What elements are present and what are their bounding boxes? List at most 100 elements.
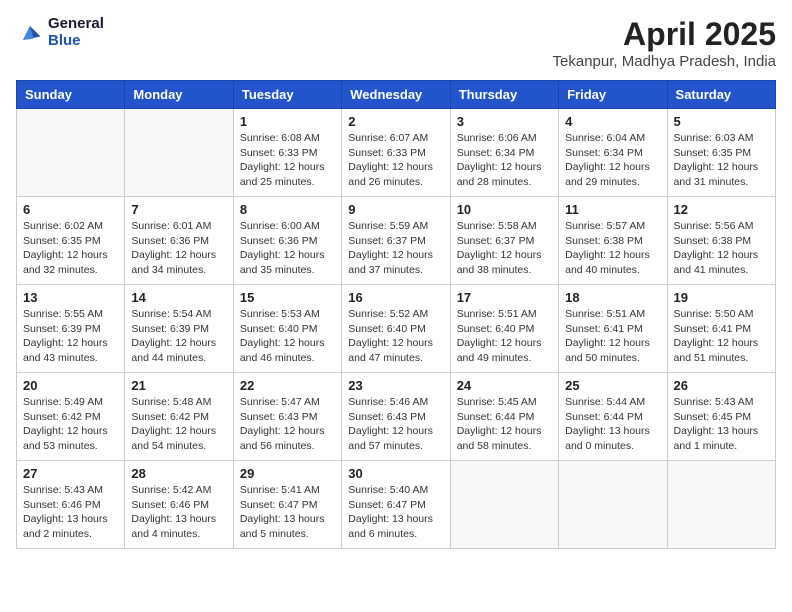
day-number: 4	[565, 114, 660, 129]
weekday-header: Friday	[559, 81, 667, 109]
calendar-cell: 3 Sunrise: 6:06 AMSunset: 6:34 PMDaylight…	[450, 109, 558, 197]
calendar-cell: 20Sunrise: 5:49 AMSunset: 6:42 PMDayligh…	[17, 373, 125, 461]
calendar-week-row: 20Sunrise: 5:49 AMSunset: 6:42 PMDayligh…	[17, 373, 776, 461]
logo: General Blue	[16, 16, 104, 49]
day-info: Sunrise: 6:00 AMSunset: 6:36 PMDaylight:…	[240, 219, 335, 278]
day-info: Sunrise: 5:57 AMSunset: 6:38 PMDaylight:…	[565, 219, 660, 278]
calendar-week-row: 13 Sunrise: 5:55 AMSunset: 6:39 PMDayligh…	[17, 285, 776, 373]
day-number: 28	[131, 466, 226, 481]
day-info: Sunrise: 5:53 AMSunset: 6:40 PMDaylight:…	[240, 307, 335, 366]
calendar-cell: 22 Sunrise: 5:47 AMSunset: 6:43 PMDayligh…	[233, 373, 341, 461]
day-info: Sunrise: 5:50 AMSunset: 6:41 PMDaylight:…	[674, 307, 769, 366]
calendar-cell: 21 Sunrise: 5:48 AMSunset: 6:42 PMDayligh…	[125, 373, 233, 461]
day-number: 5	[674, 114, 769, 129]
calendar-cell	[559, 461, 667, 549]
calendar-cell	[17, 109, 125, 197]
day-number: 1	[240, 114, 335, 129]
day-number: 23	[348, 378, 443, 393]
day-info: Sunrise: 5:42 AMSunset: 6:46 PMDaylight:…	[131, 483, 226, 542]
calendar-cell: 26 Sunrise: 5:43 AMSunset: 6:45 PMDayligh…	[667, 373, 775, 461]
day-info: Sunrise: 5:52 AMSunset: 6:40 PMDaylight:…	[348, 307, 443, 366]
day-info: Sunrise: 5:41 AMSunset: 6:47 PMDaylight:…	[240, 483, 335, 542]
day-number: 26	[674, 378, 769, 393]
title-area: April 2025 Tekanpur, Madhya Pradesh, Ind…	[553, 16, 776, 70]
calendar-cell: 9Sunrise: 5:59 AMSunset: 6:37 PMDaylight…	[342, 197, 450, 285]
calendar-cell: 19Sunrise: 5:50 AMSunset: 6:41 PMDayligh…	[667, 285, 775, 373]
day-number: 14	[131, 290, 226, 305]
calendar-week-row: 1Sunrise: 6:08 AMSunset: 6:33 PMDaylight…	[17, 109, 776, 197]
day-info: Sunrise: 6:02 AMSunset: 6:35 PMDaylight:…	[23, 219, 118, 278]
weekday-header: Tuesday	[233, 81, 341, 109]
day-info: Sunrise: 6:04 AMSunset: 6:34 PMDaylight:…	[565, 131, 660, 190]
day-number: 17	[457, 290, 552, 305]
logo-text: General Blue	[48, 16, 104, 49]
day-info: Sunrise: 5:59 AMSunset: 6:37 PMDaylight:…	[348, 219, 443, 278]
location-title: Tekanpur, Madhya Pradesh, India	[553, 53, 776, 70]
day-number: 11	[565, 202, 660, 217]
day-info: Sunrise: 6:06 AMSunset: 6:34 PMDaylight:…	[457, 131, 552, 190]
day-info: Sunrise: 5:47 AMSunset: 6:43 PMDaylight:…	[240, 395, 335, 454]
calendar-cell: 7Sunrise: 6:01 AMSunset: 6:36 PMDaylight…	[125, 197, 233, 285]
day-info: Sunrise: 5:51 AMSunset: 6:40 PMDaylight:…	[457, 307, 552, 366]
day-number: 27	[23, 466, 118, 481]
calendar-cell: 6 Sunrise: 6:02 AMSunset: 6:35 PMDaylight…	[17, 197, 125, 285]
day-info: Sunrise: 5:51 AMSunset: 6:41 PMDaylight:…	[565, 307, 660, 366]
day-number: 3	[457, 114, 552, 129]
calendar-cell: 23 Sunrise: 5:46 AMSunset: 6:43 PMDayligh…	[342, 373, 450, 461]
calendar-week-row: 6 Sunrise: 6:02 AMSunset: 6:35 PMDaylight…	[17, 197, 776, 285]
logo-blue: Blue	[48, 33, 104, 50]
day-number: 15	[240, 290, 335, 305]
day-number: 30	[348, 466, 443, 481]
day-info: Sunrise: 5:43 AMSunset: 6:46 PMDaylight:…	[23, 483, 118, 542]
calendar-cell: 10 Sunrise: 5:58 AMSunset: 6:37 PMDayligh…	[450, 197, 558, 285]
day-number: 21	[131, 378, 226, 393]
day-number: 10	[457, 202, 552, 217]
day-info: Sunrise: 5:40 AMSunset: 6:47 PMDaylight:…	[348, 483, 443, 542]
calendar-cell: 29 Sunrise: 5:41 AMSunset: 6:47 PMDayligh…	[233, 461, 341, 549]
calendar: SundayMondayTuesdayWednesdayThursdayFrid…	[16, 80, 776, 549]
calendar-cell	[450, 461, 558, 549]
calendar-cell: 25 Sunrise: 5:44 AMSunset: 6:44 PMDayligh…	[559, 373, 667, 461]
day-info: Sunrise: 5:48 AMSunset: 6:42 PMDaylight:…	[131, 395, 226, 454]
calendar-cell: 4 Sunrise: 6:04 AMSunset: 6:34 PMDaylight…	[559, 109, 667, 197]
day-info: Sunrise: 6:03 AMSunset: 6:35 PMDaylight:…	[674, 131, 769, 190]
month-title: April 2025	[553, 16, 776, 53]
weekday-header: Sunday	[17, 81, 125, 109]
day-number: 8	[240, 202, 335, 217]
day-number: 22	[240, 378, 335, 393]
day-number: 13	[23, 290, 118, 305]
day-info: Sunrise: 5:49 AMSunset: 6:42 PMDaylight:…	[23, 395, 118, 454]
calendar-week-row: 27 Sunrise: 5:43 AMSunset: 6:46 PMDayligh…	[17, 461, 776, 549]
day-info: Sunrise: 5:56 AMSunset: 6:38 PMDaylight:…	[674, 219, 769, 278]
day-info: Sunrise: 6:07 AMSunset: 6:33 PMDaylight:…	[348, 131, 443, 190]
calendar-cell: 17 Sunrise: 5:51 AMSunset: 6:40 PMDayligh…	[450, 285, 558, 373]
day-info: Sunrise: 5:58 AMSunset: 6:37 PMDaylight:…	[457, 219, 552, 278]
day-number: 6	[23, 202, 118, 217]
day-number: 2	[348, 114, 443, 129]
weekday-header-row: SundayMondayTuesdayWednesdayThursdayFrid…	[17, 81, 776, 109]
calendar-cell: 24Sunrise: 5:45 AMSunset: 6:44 PMDayligh…	[450, 373, 558, 461]
calendar-cell: 1Sunrise: 6:08 AMSunset: 6:33 PMDaylight…	[233, 109, 341, 197]
calendar-cell: 30 Sunrise: 5:40 AMSunset: 6:47 PMDayligh…	[342, 461, 450, 549]
calendar-cell: 16Sunrise: 5:52 AMSunset: 6:40 PMDayligh…	[342, 285, 450, 373]
page-header: General Blue April 2025 Tekanpur, Madhya…	[16, 16, 776, 70]
day-number: 18	[565, 290, 660, 305]
calendar-cell: 14Sunrise: 5:54 AMSunset: 6:39 PMDayligh…	[125, 285, 233, 373]
calendar-cell: 11 Sunrise: 5:57 AMSunset: 6:38 PMDayligh…	[559, 197, 667, 285]
day-info: Sunrise: 5:43 AMSunset: 6:45 PMDaylight:…	[674, 395, 769, 454]
day-info: Sunrise: 5:46 AMSunset: 6:43 PMDaylight:…	[348, 395, 443, 454]
day-number: 29	[240, 466, 335, 481]
day-number: 12	[674, 202, 769, 217]
calendar-cell: 28 Sunrise: 5:42 AMSunset: 6:46 PMDayligh…	[125, 461, 233, 549]
weekday-header: Thursday	[450, 81, 558, 109]
calendar-cell	[667, 461, 775, 549]
day-number: 25	[565, 378, 660, 393]
weekday-header: Monday	[125, 81, 233, 109]
weekday-header: Saturday	[667, 81, 775, 109]
calendar-cell: 5 Sunrise: 6:03 AMSunset: 6:35 PMDaylight…	[667, 109, 775, 197]
day-info: Sunrise: 5:55 AMSunset: 6:39 PMDaylight:…	[23, 307, 118, 366]
day-number: 24	[457, 378, 552, 393]
day-info: Sunrise: 6:01 AMSunset: 6:36 PMDaylight:…	[131, 219, 226, 278]
day-info: Sunrise: 5:44 AMSunset: 6:44 PMDaylight:…	[565, 395, 660, 454]
calendar-cell: 27 Sunrise: 5:43 AMSunset: 6:46 PMDayligh…	[17, 461, 125, 549]
